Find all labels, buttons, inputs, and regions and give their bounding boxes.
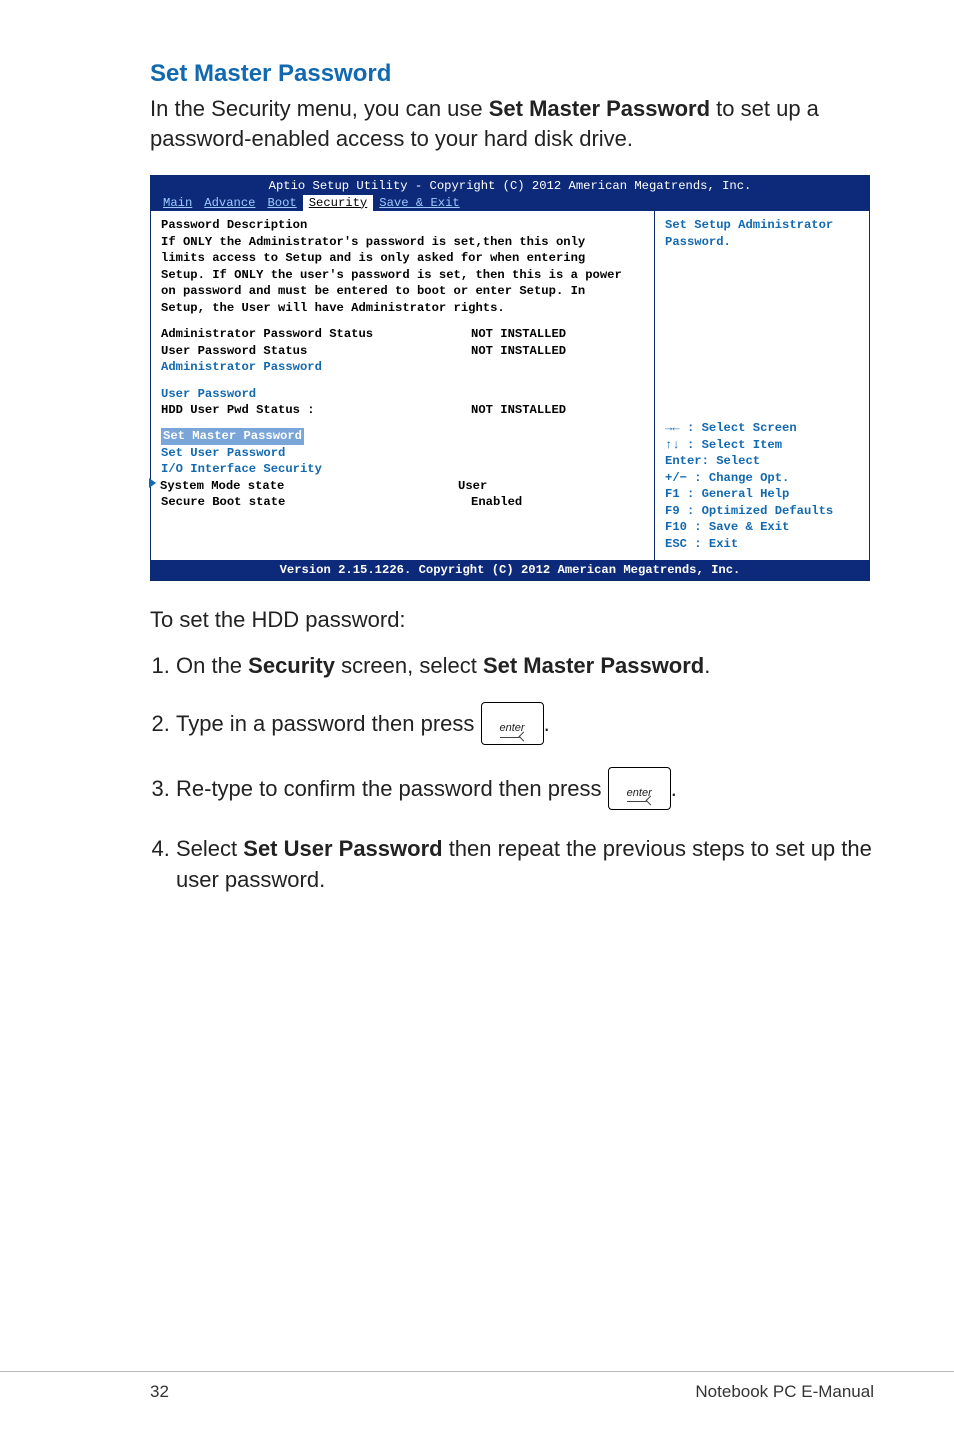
bios-tab-security[interactable]: Security	[303, 195, 374, 211]
section-heading: Set Master Password	[150, 60, 874, 88]
step-1: On the Security screen, select Set Maste…	[176, 651, 874, 682]
admin-password-link[interactable]: Administrator Password	[161, 360, 322, 374]
enter-key-icon-2: enter	[608, 767, 671, 810]
step-4: Select Set User Password then repeat the…	[176, 834, 874, 896]
enter-key-label: enter	[500, 721, 525, 737]
bios-screenshot: Aptio Setup Utility - Copyright (C) 2012…	[150, 175, 870, 581]
help-general-help: F1 : General Help	[665, 487, 789, 501]
help-esc-exit: ESC : Exit	[665, 537, 738, 551]
hdd-status-value: NOT INSTALLED	[471, 402, 566, 418]
secure-boot-label: Secure Boot state	[161, 494, 471, 510]
page-footer: 32 Notebook PC E-Manual	[0, 1371, 954, 1402]
bios-header-bar: Aptio Setup Utility - Copyright (C) 2012…	[151, 176, 869, 211]
set-master-password-row[interactable]: Set Master Password	[163, 429, 302, 443]
user-status-label: User Password Status	[161, 343, 471, 359]
pw-desc-label: Password Description	[161, 218, 307, 232]
s2-end: .	[544, 711, 550, 736]
s3-end: .	[671, 776, 677, 801]
page-number: 32	[150, 1382, 169, 1402]
secure-boot-value: Enabled	[471, 494, 522, 510]
hdd-status-label: HDD User Pwd Status :	[161, 402, 471, 418]
steps-list: On the Security screen, select Set Maste…	[176, 651, 874, 895]
s4-a: Select	[176, 836, 243, 861]
s2-text: Type in a password then press	[176, 711, 481, 736]
s1-b1: Security	[248, 653, 335, 678]
intro-paragraph: In the Security menu, you can use Set Ma…	[150, 94, 874, 153]
s1-a: On the	[176, 653, 248, 678]
s1-c: screen, select	[335, 653, 483, 678]
user-password-link[interactable]: User Password	[161, 387, 256, 401]
bios-title: Aptio Setup Utility - Copyright (C) 2012…	[157, 178, 863, 194]
enter-key-icon: enter	[481, 702, 544, 745]
help-select-item: ↑↓ : Select Item	[665, 438, 782, 452]
manual-name: Notebook PC E-Manual	[695, 1382, 874, 1402]
bios-tab-main[interactable]: Main	[157, 195, 198, 211]
bios-help-context: Set Setup Administrator Password.	[665, 218, 833, 248]
submenu-indicator-icon	[149, 478, 156, 488]
step-3: Re-type to confirm the password then pre…	[176, 769, 874, 812]
bios-tab-advance[interactable]: Advance	[198, 195, 261, 211]
help-optimized-defaults: F9 : Optimized Defaults	[665, 504, 833, 518]
help-select-screen: →← : Select Screen	[665, 421, 797, 435]
pw-desc-body: If ONLY the Administrator's password is …	[161, 235, 622, 315]
set-user-password-link[interactable]: Set User Password	[161, 446, 285, 460]
bios-tab-save-exit[interactable]: Save & Exit	[373, 195, 465, 211]
bios-tabs: Main Advance Boot Security Save & Exit	[157, 195, 863, 211]
help-save-exit: F10 : Save & Exit	[665, 520, 789, 534]
s3-text: Re-type to confirm the password then pre…	[176, 776, 608, 801]
intro-text-1: In the Security menu, you can use	[150, 96, 489, 121]
help-enter-select: Enter: Select	[665, 454, 760, 468]
sys-mode-value: User	[458, 478, 487, 494]
admin-status-label: Administrator Password Status	[161, 326, 471, 342]
admin-status-value: NOT INSTALLED	[471, 326, 566, 342]
s4-b: Set User Password	[243, 836, 442, 861]
hdd-password-lead: To set the HDD password:	[150, 607, 874, 633]
step-2: Type in a password then press enter.	[176, 704, 874, 747]
sys-mode-label: System Mode state	[160, 478, 458, 494]
io-interface-security-link[interactable]: I/O Interface Security	[161, 462, 322, 476]
s1-b2: Set Master Password	[483, 653, 704, 678]
bios-footer: Version 2.15.1226. Copyright (C) 2012 Am…	[280, 563, 741, 577]
enter-key-label-2: enter	[627, 786, 652, 802]
bios-tab-boot[interactable]: Boot	[261, 195, 302, 211]
user-status-value: NOT INSTALLED	[471, 343, 566, 359]
help-change-opt: +/− : Change Opt.	[665, 471, 789, 485]
intro-bold: Set Master Password	[489, 96, 710, 121]
s1-d: .	[704, 653, 710, 678]
